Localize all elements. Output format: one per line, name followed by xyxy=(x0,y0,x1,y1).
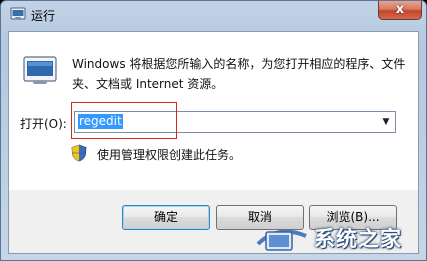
annotation-highlight xyxy=(71,102,177,139)
cancel-button[interactable]: 取消 xyxy=(216,205,304,230)
close-icon: x xyxy=(395,2,405,17)
content-panel: Windows 将根据您所输入的名称，为您打开相应的程序、文件夹、文档或 Int… xyxy=(9,32,418,190)
window-title: 运行 xyxy=(31,9,56,23)
run-icon xyxy=(10,7,26,20)
chevron-down-icon[interactable]: ▼ xyxy=(379,114,393,130)
dialog-description: Windows 将根据您所输入的名称，为您打开相应的程序、文件夹、文档或 Int… xyxy=(72,57,406,91)
run-dialog: 运行 x Windows 将根据您所输入的名称，为您打开相应的程序、文件夹、文档… xyxy=(0,0,427,261)
title-bar[interactable]: 运行 x xyxy=(1,1,426,30)
open-label: 打开(O): xyxy=(20,117,67,131)
browse-button[interactable]: 浏览(B)... xyxy=(309,205,397,230)
ok-button[interactable]: 确定 xyxy=(122,205,210,230)
close-button[interactable]: x xyxy=(378,1,422,20)
run-program-icon xyxy=(23,56,57,84)
admin-note: 使用管理权限创建此任务。 xyxy=(97,148,242,162)
dialog-body: Windows 将根据您所输入的名称，为您打开相应的程序、文件夹、文档或 Int… xyxy=(8,31,419,254)
shield-icon xyxy=(71,144,87,162)
